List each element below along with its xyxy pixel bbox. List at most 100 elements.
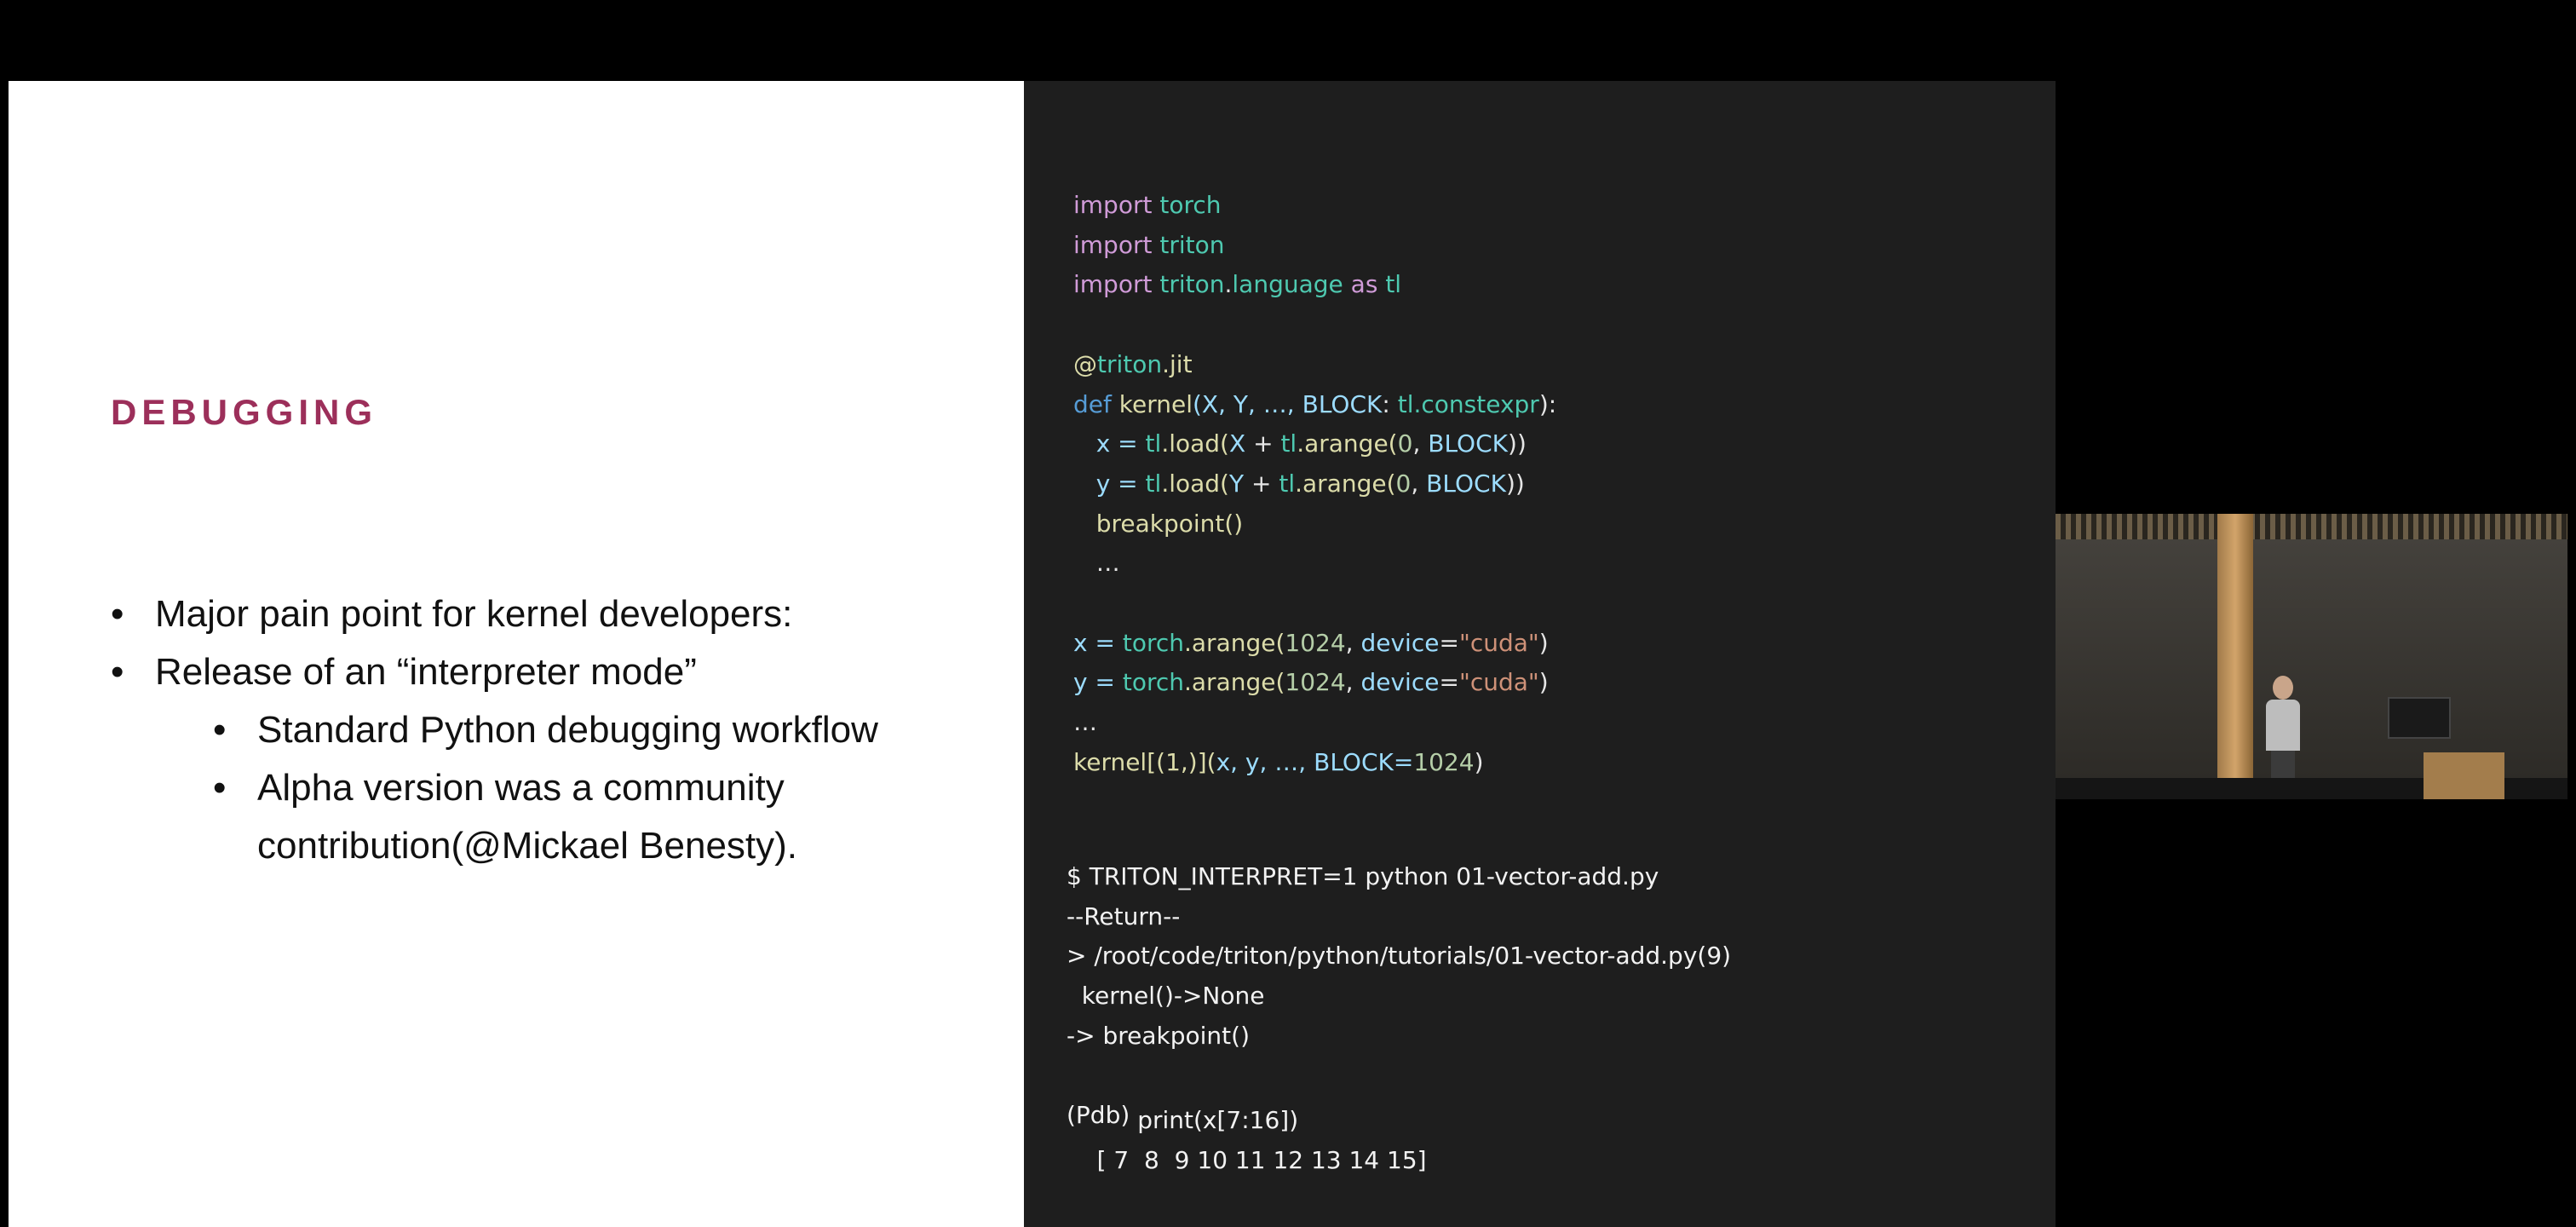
bullet-list: Major pain point for kernel developers: … (111, 585, 878, 875)
python-code-block: import torch import triton import triton.l… (1073, 186, 1556, 783)
speaker-head (2273, 676, 2293, 700)
code-token: @ (1073, 349, 1097, 378)
code-token: tl (1385, 270, 1402, 299)
code-line: import triton (1073, 226, 1556, 266)
code-token: Y (1228, 469, 1245, 498)
code-line: y = torch.arange(1024, device="cuda") (1073, 663, 1556, 703)
terminal-line: > /root/code/triton/python/tutorials/01-… (1067, 942, 1732, 971)
code-token: … (1073, 708, 1097, 737)
bullet-item: Major pain point for kernel developers: (111, 585, 878, 643)
code-line: … (1073, 544, 1556, 584)
code-token: torch (1122, 668, 1184, 697)
code-token: ) (1474, 747, 1484, 776)
code-token: import (1073, 191, 1153, 219)
code-token: x = (1073, 628, 1123, 657)
video-ceiling (2056, 514, 2567, 539)
code-token: kernel[(1,)]( (1073, 747, 1216, 776)
sub-bullet-continuation: contribution(@Mickael Benesty). (257, 825, 798, 867)
code-token: 0 (1395, 469, 1412, 498)
code-token: torch (1159, 191, 1222, 219)
code-token: .arange( (1295, 469, 1396, 498)
code-token: device (1360, 668, 1440, 697)
code-token: triton (1159, 230, 1225, 259)
sub-bullet-item: Standard Python debugging workflow (213, 701, 878, 759)
code-token: … (1095, 549, 1120, 578)
code-line: … (1073, 703, 1556, 743)
code-token: BLOCK (1302, 389, 1383, 418)
code-token: .jit (1162, 349, 1193, 378)
code-token: BLOCK= (1314, 747, 1414, 776)
pdb-command: print(x[7:16]) (1137, 1106, 1299, 1134)
slide-text-panel: DEBUGGING Major pain point for kernel de… (9, 81, 1024, 1227)
code-line: y = tl.load(Y + tl.arange(0, BLOCK)) (1073, 464, 1556, 504)
code-token: BLOCK (1428, 429, 1509, 458)
video-monitor (2388, 697, 2451, 739)
code-token: .arange( (1184, 668, 1285, 697)
code-line: def kernel(X, Y, …, BLOCK: tl.constexpr)… (1073, 385, 1556, 425)
code-token: ): (1538, 389, 1557, 418)
code-token: + (1244, 469, 1279, 498)
terminal-line: --Return-- (1067, 902, 1181, 930)
code-token: as (1350, 270, 1378, 299)
code-token: 1024 (1413, 747, 1475, 776)
video-podium (2424, 752, 2504, 799)
code-token: 1024 (1285, 628, 1346, 657)
sub-bullet-item: Alpha version was a community (213, 759, 878, 817)
code-token: torch (1122, 628, 1184, 657)
code-token: "cuda" (1458, 668, 1539, 697)
code-token: x = (1095, 429, 1146, 458)
bullet-item: Release of an “interpreter mode” (111, 643, 878, 701)
speaker-video-feed (2056, 514, 2567, 799)
code-token: def (1073, 389, 1112, 418)
video-pillar (2217, 514, 2253, 799)
code-token: x, y, …, (1216, 747, 1314, 776)
code-token: import (1073, 230, 1153, 259)
code-token: triton (1159, 270, 1225, 299)
code-token: .load( (1161, 469, 1229, 498)
code-token: )) (1508, 429, 1527, 458)
code-token: , (1412, 429, 1429, 458)
terminal-line: $ TRITON_INTERPRET=1 python 01-vector-ad… (1067, 862, 1659, 890)
code-token: 0 (1397, 429, 1413, 458)
code-token: = (1439, 628, 1459, 657)
code-token: y = (1095, 469, 1146, 498)
code-token: .arange( (1184, 628, 1285, 657)
code-line: breakpoint() (1073, 504, 1556, 544)
code-token: y = (1073, 668, 1123, 697)
code-token: + (1245, 429, 1281, 458)
code-line: kernel[(1,)](x, y, …, BLOCK=1024) (1073, 743, 1556, 783)
code-line: import torch (1073, 186, 1556, 226)
code-token: .arange( (1297, 429, 1398, 458)
terminal-output: $ TRITON_INTERPRET=1 python 01-vector-ad… (1067, 857, 1731, 1057)
code-token: , (1345, 628, 1361, 657)
code-token: , (1345, 668, 1361, 697)
code-token: tl (1397, 389, 1414, 418)
code-token: tl (1279, 469, 1296, 498)
code-token: "cuda" (1458, 628, 1539, 657)
code-token: tl (1145, 469, 1162, 498)
terminal-line: kernel()->None (1067, 982, 1265, 1011)
code-token: tl (1280, 429, 1297, 458)
pdb-line: (Pdb) print(x[7:16]) (1067, 1101, 1427, 1141)
speaker-figure (2263, 676, 2303, 795)
pdb-output-text: [ 7 8 9 10 11 12 13 14 15] (1096, 1145, 1427, 1174)
code-token: 1024 (1285, 668, 1346, 697)
code-token: : (1382, 389, 1398, 418)
code-line: import triton.language as tl (1073, 265, 1556, 305)
code-token: .load( (1161, 429, 1229, 458)
code-token: BLOCK (1426, 469, 1506, 498)
pdb-output: [ 7 8 9 10 11 12 13 14 15] (1067, 1141, 1427, 1181)
code-token: kernel (1118, 389, 1193, 418)
code-line: x = tl.load(X + tl.arange(0, BLOCK)) (1073, 424, 1556, 464)
code-token: )) (1505, 469, 1525, 498)
code-token: (X, Y, …, (1192, 389, 1302, 418)
code-token: tl (1145, 429, 1162, 458)
code-token: breakpoint() (1095, 509, 1244, 538)
slide-title: DEBUGGING (111, 392, 378, 432)
code-token: ) (1538, 668, 1549, 697)
code-line: @triton.jit (1073, 345, 1556, 385)
code-token: .constexpr (1413, 389, 1539, 418)
code-token: device (1360, 628, 1440, 657)
